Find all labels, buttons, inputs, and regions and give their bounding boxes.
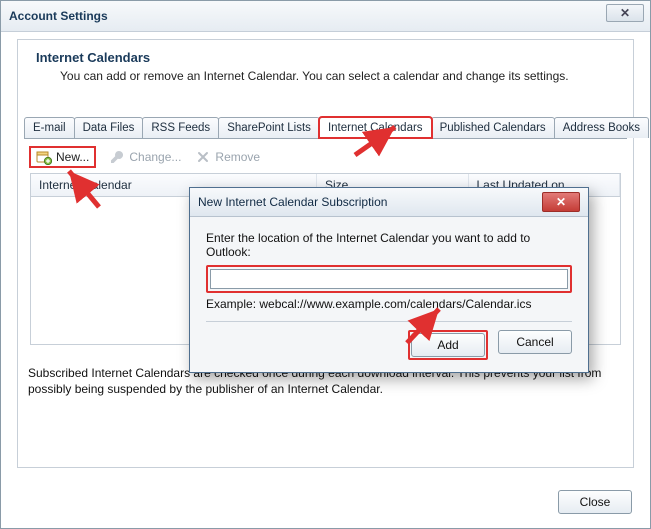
dialog-titlebar: New Internet Calendar Subscription ✕ — [190, 188, 588, 217]
section-description: You can add or remove an Internet Calend… — [36, 65, 615, 93]
dialog-example: Example: webcal://www.example.com/calend… — [206, 297, 572, 311]
remove-button: Remove — [195, 149, 260, 165]
remove-button-label: Remove — [215, 150, 260, 164]
change-button-label: Change... — [129, 150, 181, 164]
window-close-button[interactable]: ✕ — [606, 4, 644, 22]
dialog-prompt: Enter the location of the Internet Calen… — [206, 231, 572, 259]
tab-internet-calendars[interactable]: Internet Calendars — [319, 117, 432, 138]
tab-rss-feeds[interactable]: RSS Feeds — [142, 117, 219, 138]
cancel-button[interactable]: Cancel — [498, 330, 572, 354]
close-icon: ✕ — [620, 6, 630, 20]
close-button[interactable]: Close — [558, 490, 632, 514]
toolbar: New... Change... Remove — [24, 139, 627, 173]
remove-icon — [195, 149, 211, 165]
new-button-label: New... — [56, 150, 89, 164]
change-button: Change... — [109, 149, 181, 165]
tab-data-files[interactable]: Data Files — [74, 117, 144, 138]
account-settings-window: Account Settings ✕ Internet Calendars Yo… — [0, 0, 651, 529]
tab-sharepoint-lists[interactable]: SharePoint Lists — [218, 117, 320, 138]
add-button[interactable]: Add — [411, 333, 485, 357]
calendar-new-icon — [36, 149, 52, 165]
tab-published-calendars[interactable]: Published Calendars — [431, 117, 555, 138]
new-button[interactable]: New... — [30, 147, 95, 167]
footer-actions: Close — [558, 490, 632, 514]
window-title: Account Settings — [9, 9, 108, 23]
new-internet-calendar-dialog: New Internet Calendar Subscription ✕ Ent… — [189, 187, 589, 373]
section-heading: Internet Calendars — [36, 50, 615, 65]
tabs: E-mail Data Files RSS Feeds SharePoint L… — [24, 117, 627, 139]
dialog-separator — [206, 321, 572, 322]
section-header: Internet Calendars You can add or remove… — [18, 40, 633, 97]
dialog-body: Enter the location of the Internet Calen… — [190, 217, 588, 372]
calendar-url-input[interactable] — [210, 269, 568, 289]
input-highlight — [206, 265, 572, 293]
dialog-close-button[interactable]: ✕ — [542, 192, 580, 212]
close-icon: ✕ — [556, 195, 566, 209]
dialog-actions: Add Cancel — [206, 330, 572, 360]
add-highlight: Add — [408, 330, 488, 360]
tab-email[interactable]: E-mail — [24, 117, 75, 138]
dialog-title: New Internet Calendar Subscription — [198, 195, 387, 209]
tab-address-books[interactable]: Address Books — [554, 117, 649, 138]
titlebar: Account Settings ✕ — [1, 1, 650, 32]
wrench-icon — [109, 149, 125, 165]
